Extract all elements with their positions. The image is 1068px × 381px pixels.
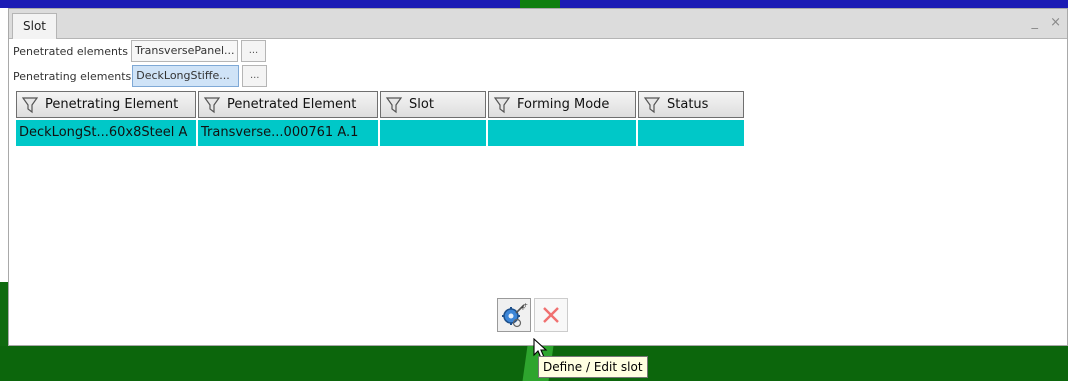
tab-slot[interactable]: Slot xyxy=(12,13,57,39)
column-header-forming-mode[interactable]: Forming Mode xyxy=(488,91,636,118)
gear-wand-icon: + + xyxy=(502,302,528,328)
column-label: Forming Mode xyxy=(517,97,610,112)
column-header-penetrating-element[interactable]: Penetrating Element xyxy=(16,91,196,118)
filter-icon[interactable] xyxy=(203,96,221,114)
tooltip: Define / Edit slot xyxy=(538,356,648,378)
slot-table: Penetrating Element Penetrated Element S… xyxy=(16,91,746,146)
filter-icon[interactable] xyxy=(21,96,39,114)
penetrated-browse-button[interactable]: ... xyxy=(240,40,266,62)
background-top-green xyxy=(520,0,560,8)
column-label: Status xyxy=(667,97,709,112)
background-left-green xyxy=(0,282,8,354)
cell-penetrated-element[interactable]: Transverse...000761 A.1 xyxy=(198,120,378,146)
window-controls[interactable]: _ × xyxy=(1031,15,1065,30)
delete-slot-button[interactable] xyxy=(534,298,568,332)
bottom-toolbar: + + xyxy=(497,298,571,332)
penetrating-elements-field[interactable]: DeckLongStiffe... xyxy=(132,65,240,87)
column-label: Slot xyxy=(409,97,434,112)
penetrating-browse-button[interactable]: ... xyxy=(242,65,268,87)
filter-icon[interactable] xyxy=(493,96,511,114)
filter-icon[interactable] xyxy=(385,96,403,114)
red-x-icon xyxy=(543,307,559,323)
dialog-titlebar: Slot _ × xyxy=(9,9,1067,39)
penetrated-elements-label: Penetrated elements xyxy=(13,44,128,58)
column-label: Penetrating Element xyxy=(45,97,179,112)
column-header-status[interactable]: Status xyxy=(638,91,744,118)
cell-penetrating-element[interactable]: DeckLongSt...60x8Steel A xyxy=(16,120,196,146)
define-edit-slot-button[interactable]: + + xyxy=(497,298,531,332)
filter-icon[interactable] xyxy=(643,96,661,114)
column-header-slot[interactable]: Slot xyxy=(380,91,486,118)
penetrating-elements-row: Penetrating elements DeckLongStiffe... .… xyxy=(13,65,268,87)
table-header: Penetrating Element Penetrated Element S… xyxy=(16,91,746,118)
cell-status[interactable] xyxy=(638,120,744,146)
table-row[interactable]: DeckLongSt...60x8Steel A Transverse...00… xyxy=(16,118,746,146)
svg-text:+: + xyxy=(523,302,528,309)
cell-slot[interactable] xyxy=(380,120,486,146)
penetrated-elements-field[interactable]: TransversePanel... xyxy=(130,40,238,62)
penetrating-elements-label: Penetrating elements xyxy=(13,69,132,83)
column-header-penetrated-element[interactable]: Penetrated Element xyxy=(198,91,378,118)
cell-forming-mode[interactable] xyxy=(488,120,636,146)
slot-dialog: Slot _ × Penetrated elements TransverseP… xyxy=(8,8,1068,346)
column-label: Penetrated Element xyxy=(227,97,357,112)
penetrated-elements-row: Penetrated elements TransversePanel... .… xyxy=(13,40,266,62)
